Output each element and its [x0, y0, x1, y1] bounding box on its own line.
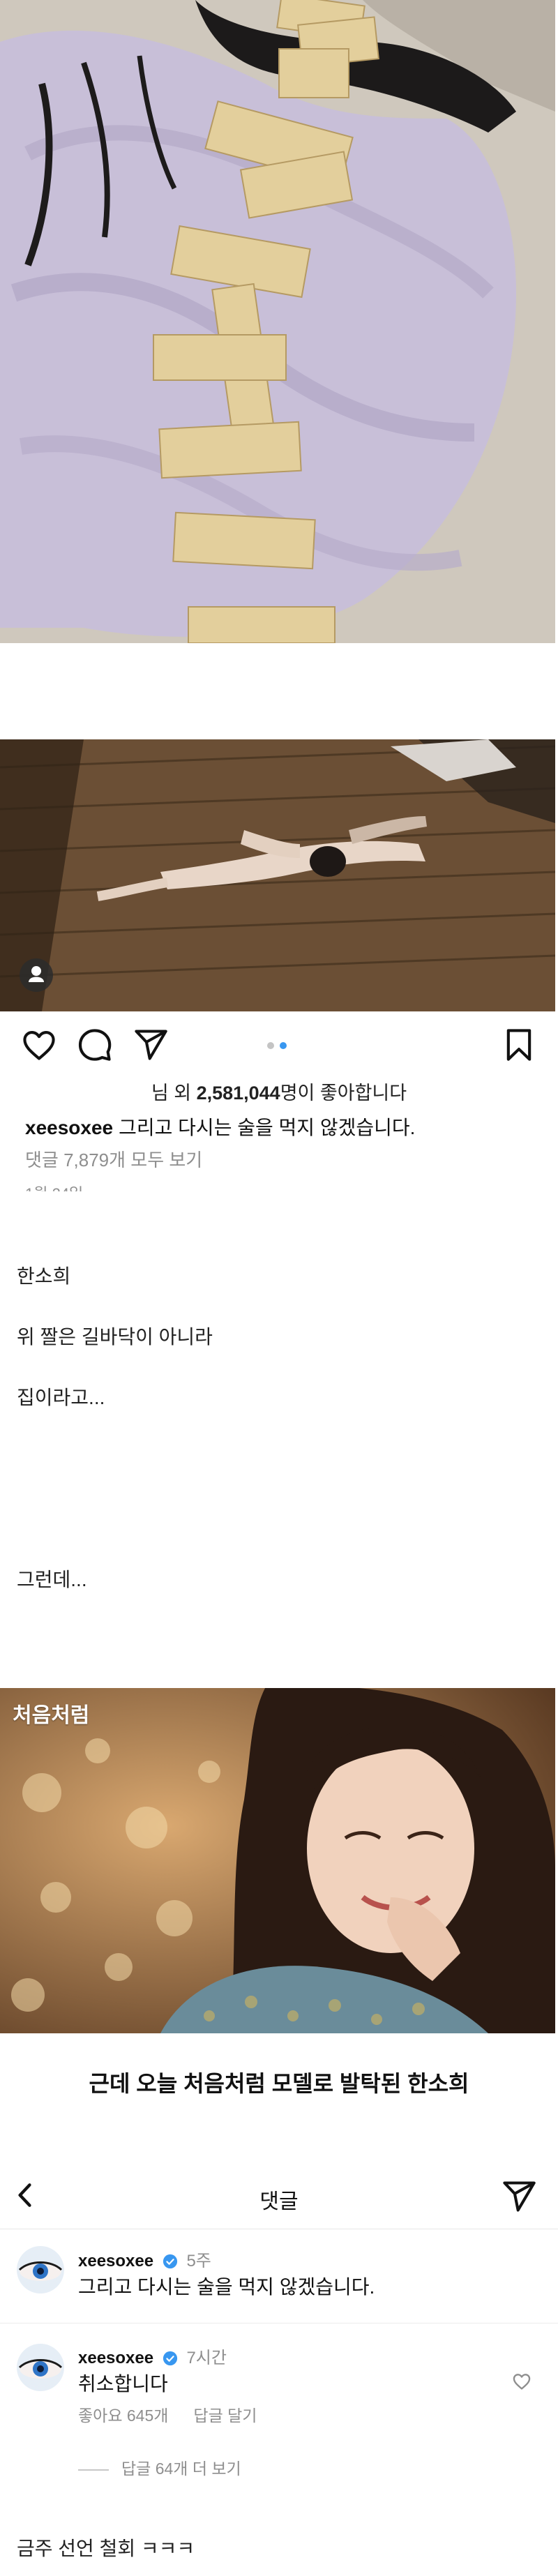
- comments-header: 댓글: [0, 2166, 558, 2229]
- caption-text: 그리고 다시는 술을 먹지 않겠습니다.: [119, 1117, 416, 1138]
- carousel-dot-1: [267, 1042, 274, 1049]
- post-caption: xeesoxee 그리고 다시는 술을 먹지 않겠습니다.: [25, 1113, 415, 1140]
- likes-count[interactable]: 2,581,044: [197, 1083, 280, 1104]
- likes-summary: 님 외 2,581,044명이 좋아합니다: [0, 1078, 558, 1105]
- avatar-eye-image: [17, 2344, 64, 2391]
- comment-header: xeesoxee 7시간: [78, 2344, 227, 2368]
- avatar[interactable]: [17, 2246, 64, 2293]
- ad-brand-logo-text: 처음처럼: [13, 1703, 90, 1728]
- carousel-dot-2: [280, 1042, 287, 1049]
- caption-username[interactable]: xeesoxee: [25, 1117, 113, 1138]
- replies-line: [78, 2469, 109, 2471]
- post-date: 1월 24일: [25, 1182, 83, 1191]
- comments-share-button[interactable]: [501, 2178, 537, 2215]
- view-all-comments-link[interactable]: 댓글 7,879개 모두 보기: [25, 1146, 202, 1172]
- story-line-2: 위 짤은 길바닥이 아니라: [17, 1326, 213, 1348]
- headline: 근데 오늘 처음처럼 모델로 발탁된 한소희: [89, 2071, 469, 2096]
- avatar[interactable]: [17, 2344, 64, 2391]
- footer-text: 금주 선언 철회 ㅋㅋㅋ: [17, 2538, 195, 2559]
- story-line-3: 집이라고...: [17, 1387, 105, 1408]
- comment-item: xeesoxee 5주 그리고 다시는 술을 먹지 않겠습니다.: [0, 2236, 558, 2319]
- comment-meta: 좋아요 645개 답글 달기: [78, 2402, 282, 2426]
- comments-title: 댓글: [259, 2190, 299, 2213]
- send-icon: [503, 2181, 536, 2212]
- comment-time: 5주: [186, 2252, 211, 2270]
- comment-icon: [78, 1029, 112, 1061]
- save-button[interactable]: [501, 1027, 537, 1063]
- verified-badge-icon: [163, 2351, 177, 2366]
- comment-like-icon[interactable]: [512, 2372, 531, 2391]
- avatar-eye-image: [17, 2246, 64, 2293]
- comment-username[interactable]: xeesoxee: [78, 2252, 153, 2270]
- likes-suffix: 명이 좋아합니다: [280, 1083, 407, 1104]
- photo-ad-model: 처음처럼: [0, 1688, 555, 2033]
- likes-prefix: 님 외: [151, 1083, 197, 1104]
- heart-icon: [23, 1030, 55, 1060]
- send-icon: [135, 1030, 167, 1060]
- comment-time: 7시간: [186, 2349, 227, 2367]
- view-more-replies-link[interactable]: 답글 64개 더 보기: [78, 2455, 241, 2479]
- story-line-1: 한소희: [17, 1265, 71, 1287]
- spacer: [0, 643, 558, 739]
- like-button[interactable]: [21, 1027, 57, 1063]
- reply-link[interactable]: 답글 달기: [193, 2406, 257, 2425]
- story-line-4: 그런데...: [17, 1569, 87, 1590]
- comment-text: 취소합니다: [78, 2373, 168, 2395]
- comment-username[interactable]: xeesoxee: [78, 2349, 153, 2367]
- photo-jenga-blanket: [0, 0, 555, 643]
- bookmark-icon: [506, 1029, 531, 1061]
- comment-likes-link[interactable]: 좋아요 645개: [78, 2406, 168, 2425]
- comment-text: 그리고 다시는 술을 먹지 않겠습니다.: [78, 2276, 375, 2298]
- comment-item: xeesoxee 7시간 취소합니다 좋아요 645개 답글 달기 답글 64개 …: [0, 2330, 558, 2478]
- comment-header: xeesoxee 5주: [78, 2247, 211, 2271]
- share-button[interactable]: [133, 1027, 169, 1063]
- floor-image: [0, 739, 555, 1011]
- photo-floor: [0, 739, 555, 1011]
- comment-button[interactable]: [77, 1027, 113, 1063]
- ad-brand-logo: 처음처럼: [13, 1698, 89, 1728]
- verified-badge-icon: [163, 2254, 177, 2269]
- carousel-indicator: [267, 1042, 295, 1049]
- post-action-bar: [0, 1011, 558, 1074]
- more-replies-label: 답글 64개 더 보기: [121, 2460, 241, 2478]
- ad-model-image: [0, 1688, 555, 2033]
- jenga-blanket-image: [0, 0, 555, 643]
